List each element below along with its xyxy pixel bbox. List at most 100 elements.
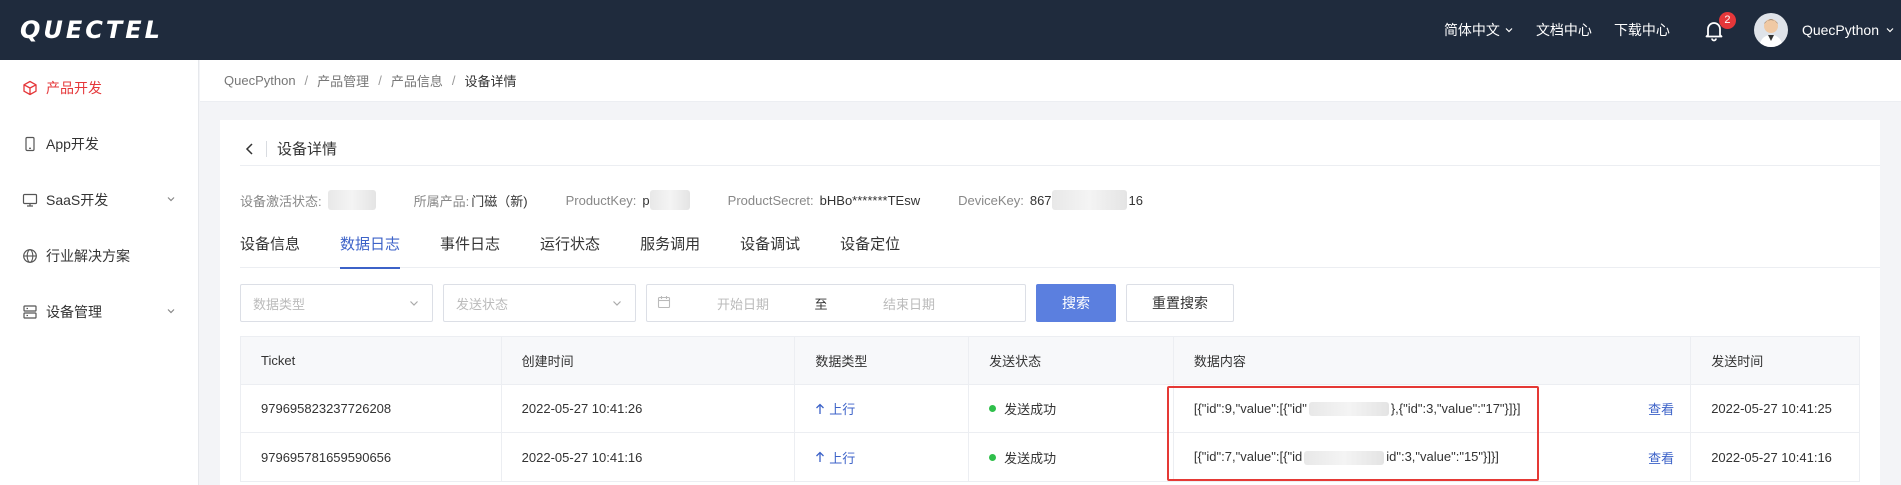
breadcrumb-current: 设备详情 bbox=[464, 74, 517, 89]
redacted-value bbox=[649, 190, 690, 210]
view-link[interactable]: 查看 bbox=[1648, 448, 1674, 467]
notification-bell[interactable]: 2 bbox=[1702, 12, 1736, 42]
sidebar-item-industry-solutions[interactable]: 行业解决方案 bbox=[0, 228, 198, 284]
tab-device-info[interactable]: 设备信息 bbox=[240, 228, 300, 268]
card-header: 设备详情 bbox=[240, 134, 1880, 166]
breadcrumb: QuecPython / 产品管理 / 产品信息 / 设备详情 bbox=[200, 60, 1901, 102]
data-type-select[interactable]: 数据类型 bbox=[240, 284, 433, 322]
date-range-picker[interactable]: 开始日期 至 结束日期 bbox=[646, 284, 1026, 322]
data-type-placeholder: 数据类型 bbox=[253, 296, 306, 312]
user-menu[interactable]: QuecPython bbox=[1802, 22, 1895, 38]
data-content-text: [{"id":7,"value":[{"id id":3,"value":"15"… bbox=[1194, 449, 1499, 465]
user-avatar-icon bbox=[1758, 19, 1783, 47]
column-header: 发送状态 bbox=[969, 337, 1174, 384]
content-start: [{"id":9,"value":[{"id" bbox=[1193, 400, 1307, 416]
data-content-cell: [{"id":9,"value":[{"id" },{"id":3,"value"… bbox=[1174, 385, 1692, 432]
devicekey-info: DeviceKey: 867 16 bbox=[958, 190, 1143, 210]
redacted-value bbox=[1308, 402, 1389, 417]
server-icon bbox=[22, 304, 38, 320]
tab-running-status[interactable]: 运行状态 bbox=[540, 228, 600, 268]
sidebar-item-device-management[interactable]: 设备管理 bbox=[0, 284, 198, 340]
content-start: [{"id":7,"value":[{"id bbox=[1193, 449, 1303, 465]
breadcrumb-item[interactable]: 产品信息 bbox=[391, 71, 443, 90]
sidebar-item-label: 产品开发 bbox=[46, 80, 102, 96]
product-info: 所属产品: 门磁（新) bbox=[414, 191, 528, 210]
table-row: 979695823237726208 2022-05-27 10:41:26 上… bbox=[241, 385, 1859, 433]
column-header: 数据类型 bbox=[795, 337, 970, 384]
data-log-table: Ticket 创建时间 数据类型 发送状态 数据内容 发送时间 97969582… bbox=[240, 336, 1860, 482]
tab-event-log[interactable]: 事件日志 bbox=[440, 228, 500, 268]
tab-device-debug[interactable]: 设备调试 bbox=[740, 228, 800, 268]
chevron-down-icon bbox=[1886, 28, 1894, 33]
sidebar-item-saas-dev[interactable]: SaaS开发 bbox=[0, 172, 198, 228]
success-dot bbox=[989, 453, 997, 461]
sidebar-item-label: SaaS开发 bbox=[46, 192, 109, 208]
search-button[interactable]: 搜索 bbox=[1036, 284, 1116, 322]
start-date-input[interactable]: 开始日期 bbox=[683, 294, 803, 313]
table-row: 979695781659590656 2022-05-27 10:41:16 上… bbox=[241, 433, 1859, 481]
success-dot bbox=[989, 405, 997, 412]
column-header: 创建时间 bbox=[502, 337, 796, 384]
column-header: 发送时间 bbox=[1711, 354, 1764, 369]
content-end: },{"id":3,"value":"17"}]}] bbox=[1390, 400, 1521, 416]
devicekey-prefix: 867 bbox=[1029, 192, 1052, 208]
arrow-up-icon bbox=[816, 403, 825, 414]
uplink-indicator: 上行 bbox=[815, 399, 855, 418]
chevron-down-icon bbox=[167, 197, 175, 202]
send-status-text: 发送成功 bbox=[1004, 450, 1057, 466]
sidebar-item-label: App开发 bbox=[46, 136, 99, 152]
sidebar-item-app-dev[interactable]: App开发 bbox=[0, 116, 198, 172]
devicekey-label: DeviceKey: bbox=[958, 192, 1024, 208]
sidebar-item-label: 行业解决方案 bbox=[46, 248, 130, 264]
notification-count-badge: 2 bbox=[1718, 12, 1736, 29]
docs-center-link[interactable]: 文档中心 bbox=[1536, 20, 1592, 40]
tab-data-log[interactable]: 数据日志 bbox=[340, 228, 401, 269]
column-header: 数据内容 bbox=[1174, 337, 1692, 384]
send-status-cell: 发送成功 bbox=[969, 433, 1174, 481]
sidebar: 产品开发 App开发 SaaS开发 行业解决方案 设备管理 bbox=[0, 60, 199, 485]
table-header-row: Ticket 创建时间 数据类型 发送状态 数据内容 发送时间 bbox=[241, 337, 1859, 385]
language-label: 简体中文 bbox=[1443, 22, 1500, 38]
data-type-text: 上行 bbox=[829, 450, 856, 466]
redacted-value bbox=[1304, 450, 1385, 465]
range-separator: 至 bbox=[814, 296, 828, 312]
product-value: 门磁（新) bbox=[471, 193, 528, 209]
send-status-select[interactable]: 发送状态 bbox=[443, 284, 636, 322]
breadcrumb-item[interactable]: 产品管理 bbox=[317, 71, 369, 90]
column-header: Ticket bbox=[241, 337, 502, 384]
cube-icon bbox=[22, 80, 38, 96]
device-info-row: 设备激活状态: 所属产品: 门磁（新) ProductKey: p Produc… bbox=[240, 188, 1181, 212]
activation-status: 设备激活状态: bbox=[240, 190, 376, 210]
back-button[interactable] bbox=[240, 139, 260, 159]
end-date-input[interactable]: 结束日期 bbox=[839, 294, 979, 313]
filter-bar: 数据类型 发送状态 开始日期 至 结束日期 搜索 重置搜索 bbox=[240, 284, 1234, 322]
data-content-text: [{"id":9,"value":[{"id" },{"id":3,"value"… bbox=[1193, 400, 1521, 417]
tab-service-call[interactable]: 服务调用 bbox=[640, 228, 700, 268]
sent-time-cell: 2022-05-27 10:41:25 bbox=[1711, 401, 1832, 416]
breadcrumb-separator: / bbox=[378, 73, 382, 88]
data-type-text: 上行 bbox=[829, 402, 856, 417]
breadcrumb-item[interactable]: QuecPython bbox=[224, 73, 296, 88]
ticket-cell: 979695823237726208 bbox=[241, 385, 502, 432]
uplink-indicator: 上行 bbox=[815, 448, 855, 467]
productkey-info: ProductKey: p bbox=[566, 190, 690, 210]
divider bbox=[266, 140, 267, 157]
productkey-value: p bbox=[642, 192, 650, 208]
tab-device-location[interactable]: 设备定位 bbox=[840, 228, 900, 268]
view-link[interactable]: 查看 bbox=[1648, 399, 1674, 418]
arrow-up-icon bbox=[816, 451, 825, 462]
breadcrumb-separator: / bbox=[304, 73, 309, 88]
created-time-cell: 2022-05-27 10:41:16 bbox=[502, 433, 796, 481]
quectel-logo[interactable]: QUECTEL bbox=[20, 16, 163, 44]
reset-search-button[interactable]: 重置搜索 bbox=[1126, 284, 1234, 322]
data-type-cell: 上行 bbox=[795, 433, 970, 481]
avatar[interactable] bbox=[1753, 13, 1788, 47]
language-selector[interactable]: 简体中文 bbox=[1444, 20, 1514, 40]
sidebar-item-product-dev[interactable]: 产品开发 bbox=[0, 60, 198, 116]
download-center-link[interactable]: 下载中心 bbox=[1614, 20, 1670, 40]
ticket-cell: 979695781659590656 bbox=[241, 433, 502, 481]
productkey-label: ProductKey: bbox=[565, 192, 637, 208]
created-time-cell: 2022-05-27 10:41:26 bbox=[502, 385, 796, 432]
chevron-down-icon bbox=[613, 301, 621, 306]
productsecret-info: ProductSecret: bHBo*******TEsw bbox=[728, 193, 920, 208]
